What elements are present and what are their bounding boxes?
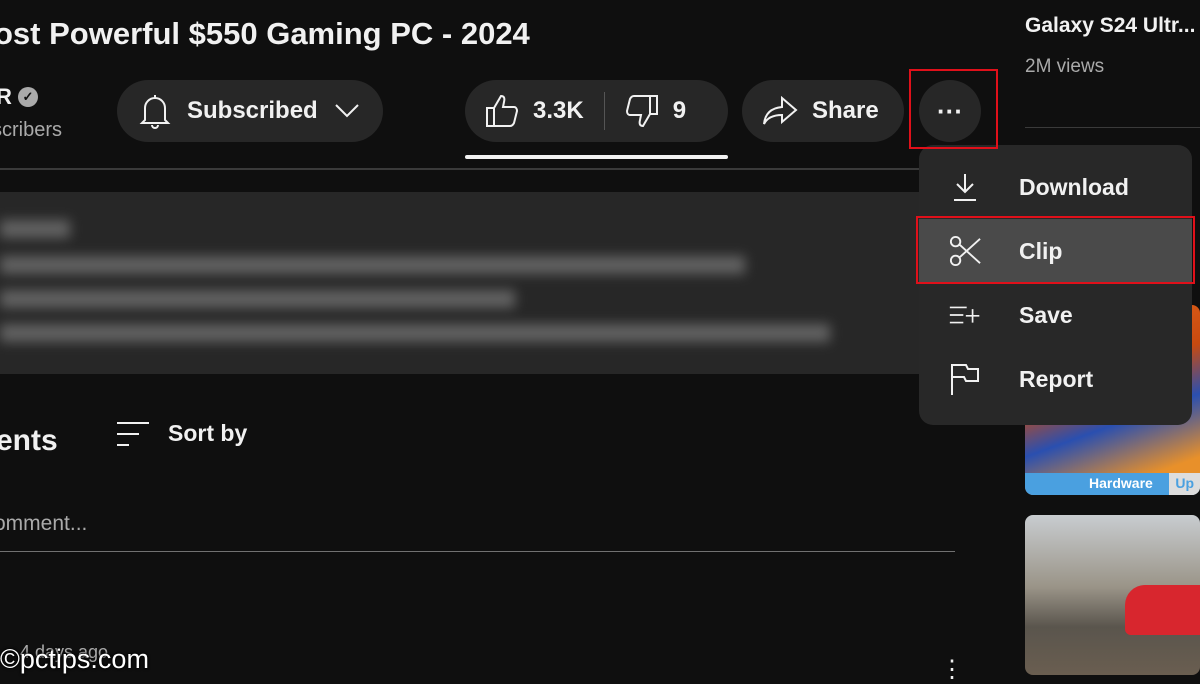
dislike-button[interactable]: 9 bbox=[625, 94, 686, 128]
channel-name[interactable]: R ✓ bbox=[0, 84, 38, 110]
sort-icon bbox=[117, 421, 149, 446]
thumbnail-car bbox=[1125, 585, 1200, 635]
input-underline bbox=[0, 551, 955, 552]
share-button[interactable]: Share bbox=[742, 80, 904, 142]
share-label: Share bbox=[812, 97, 879, 124]
menu-item-download[interactable]: Download bbox=[919, 155, 1192, 219]
download-icon bbox=[954, 174, 976, 201]
menu-item-report[interactable]: Report bbox=[919, 347, 1192, 411]
subscriber-count: scribers bbox=[0, 119, 63, 141]
more-actions-menu: Download Clip Save Report bbox=[919, 145, 1192, 425]
divider bbox=[603, 92, 605, 130]
menu-label: Download bbox=[1019, 173, 1129, 200]
menu-label: Report bbox=[1019, 365, 1094, 392]
menu-label: Save bbox=[1019, 301, 1073, 328]
share-icon bbox=[763, 96, 798, 125]
watermark: ©pctips.com bbox=[0, 644, 149, 674]
sort-by-label: Sort by bbox=[168, 420, 248, 446]
menu-item-save[interactable]: Save bbox=[919, 283, 1192, 347]
chevron-down-icon bbox=[334, 104, 359, 118]
like-bar bbox=[465, 155, 728, 159]
subscribed-button[interactable]: Subscribed bbox=[117, 80, 383, 142]
thumbnail-tag: Hardware bbox=[1089, 475, 1153, 491]
sidebar-thumbnail[interactable] bbox=[1025, 515, 1200, 675]
divider bbox=[1025, 127, 1200, 128]
sidebar-video-title[interactable]: Galaxy S24 Ultr... bbox=[1025, 14, 1195, 38]
verified-icon: ✓ bbox=[17, 87, 38, 107]
divider bbox=[0, 168, 1000, 170]
comment-menu-icon[interactable]: ⋮ bbox=[940, 655, 964, 684]
thumbs-up-icon bbox=[486, 94, 519, 127]
comments-heading: ents bbox=[0, 424, 58, 457]
flag-icon bbox=[951, 364, 979, 395]
playlist-add-icon bbox=[949, 306, 980, 324]
description-box[interactable] bbox=[0, 192, 920, 374]
channel-name-text: R bbox=[0, 84, 12, 109]
like-count: 3.3K bbox=[533, 97, 584, 124]
sort-by-button[interactable]: Sort by bbox=[116, 420, 247, 447]
thumbnail-tag: Up bbox=[1169, 473, 1200, 495]
like-dislike-group: 3.3K 9 bbox=[465, 80, 728, 142]
bell-icon bbox=[139, 95, 171, 129]
like-button[interactable]: 3.3K bbox=[485, 94, 584, 128]
highlight-clip-box bbox=[916, 216, 1195, 284]
sidebar-video-views: 2M views bbox=[1025, 56, 1105, 77]
highlight-more-box bbox=[909, 69, 998, 149]
dislike-count: 9 bbox=[672, 97, 687, 124]
subscribed-label: Subscribed bbox=[187, 97, 318, 124]
thumbs-down-icon bbox=[625, 95, 658, 128]
add-comment-input[interactable]: omment... bbox=[0, 512, 87, 536]
video-title: ost Powerful $550 Gaming PC - 2024 bbox=[0, 16, 530, 51]
